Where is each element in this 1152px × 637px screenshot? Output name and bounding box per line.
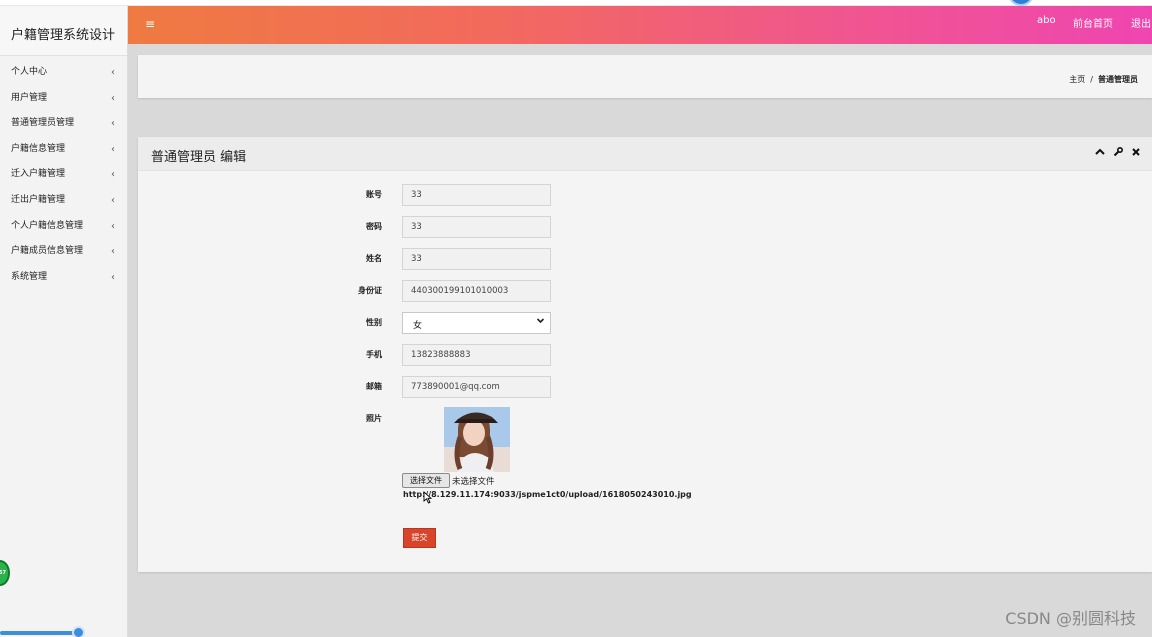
form-row-account: 账号 [138,184,1152,206]
panel-title: 普通管理员 编辑 [151,150,247,165]
sidebar-item-household-members[interactable]: 户籍成员信息管理 ‹ [0,239,127,265]
sidebar-item-personal-household[interactable]: 个人户籍信息管理 ‹ [0,214,127,240]
breadcrumb: 主页 / 普通管理员 [1069,74,1138,85]
form-row-gender: 性别 女 [138,312,1152,334]
frontend-home-link[interactable]: 前台首页 [1073,15,1113,30]
form-row-email: 邮箱 [138,376,1152,398]
top-header: ≡ abo 前台首页 退出 [128,6,1152,44]
chevron-left-icon: ‹ [111,246,115,258]
photo-url: http://8.129.11.174:9033/jspme1ct0/uploa… [403,490,692,499]
app-title: 户籍管理系统设计 [0,6,127,56]
form-row-password: 密码 [138,216,1152,238]
sidebar-item-admin-management[interactable]: 普通管理员管理 ‹ [0,111,127,137]
logout-link[interactable]: 退出 [1131,15,1151,30]
chevron-left-icon: ‹ [111,92,115,104]
gender-select-value: 女 [413,321,423,331]
gender-select[interactable]: 女 [402,312,551,334]
no-file-chosen-text: 未选择文件 [452,477,495,487]
field-label: 账号 [366,190,382,199]
field-label: 邮箱 [366,382,382,391]
chevron-left-icon: ‹ [111,169,115,181]
form-row-photo: 照片 [138,408,1152,430]
chevron-left-icon: ‹ [111,271,115,283]
menu-icon[interactable]: ≡ [145,17,155,31]
sidebar: 户籍管理系统设计 个人中心 ‹ 用户管理 ‹ 普通管理员管理 ‹ 户籍信息管理 ‹ 迁入… [0,6,128,637]
field-label: 姓名 [366,254,382,263]
password-field[interactable] [402,216,551,238]
breadcrumb-panel: 主页 / 普通管理员 [138,55,1152,98]
mouse-cursor-icon [423,490,433,507]
field-label: 照片 [366,414,382,423]
email-field[interactable] [402,376,551,398]
sidebar-item-label: 户籍信息管理 [11,143,66,154]
sidebar-item-label: 个人户籍信息管理 [11,220,84,231]
sidebar-item-label: 用户管理 [11,92,48,103]
chevron-down-icon [536,316,545,328]
edit-form-panel: 普通管理员 编辑 账号 密码 姓名 身份证 性别 女 手机 [138,137,1152,572]
submit-button[interactable]: 提交 [403,528,436,548]
current-user[interactable]: abo [1037,15,1056,26]
chevron-left-icon: ‹ [111,220,115,232]
photo-preview [444,407,510,472]
sidebar-item-label: 户籍成员信息管理 [11,246,84,257]
choose-file-button[interactable]: 选择文件 [402,473,450,488]
chevron-left-icon: ‹ [111,143,115,155]
chevron-left-icon: ‹ [111,194,115,206]
sidebar-item-label: 迁入户籍管理 [11,169,66,180]
sidebar-item-system[interactable]: 系统管理 ‹ [0,265,127,291]
name-field[interactable] [402,248,551,270]
sidebar-item-label: 普通管理员管理 [11,118,75,129]
sidebar-menu: 个人中心 ‹ 用户管理 ‹ 普通管理员管理 ‹ 户籍信息管理 ‹ 迁入户籍管理 ‹ 迁出户… [0,56,127,290]
field-label: 身份证 [358,286,382,295]
sidebar-item-label: 系统管理 [11,271,48,282]
watermark: CSDN @别圆科技 [1005,609,1136,628]
panel-header: 普通管理员 编辑 [138,137,1152,171]
sidebar-item-household-info[interactable]: 户籍信息管理 ‹ [0,137,127,163]
field-label: 密码 [366,222,382,231]
breadcrumb-home[interactable]: 主页 [1069,75,1085,84]
form-row-name: 姓名 [138,248,1152,270]
chevron-left-icon: ‹ [111,118,115,130]
close-icon[interactable] [1131,147,1141,160]
wrench-icon[interactable] [1113,146,1124,160]
phone-field[interactable] [402,344,551,366]
sidebar-item-label: 个人中心 [11,67,48,77]
field-label: 手机 [366,350,382,359]
chevron-left-icon: ‹ [111,67,115,78]
sidebar-item-move-in[interactable]: 迁入户籍管理 ‹ [0,162,127,188]
sidebar-item-label: 迁出户籍管理 [11,194,66,205]
scroll-progress-track[interactable] [0,631,80,635]
breadcrumb-separator: / [1090,75,1093,84]
breadcrumb-current: 普通管理员 [1098,75,1138,84]
field-label: 性别 [366,318,382,327]
scroll-progress-knob[interactable] [72,626,85,637]
sidebar-item-personal-center[interactable]: 个人中心 ‹ [0,60,127,86]
sidebar-item-move-out[interactable]: 迁出户籍管理 ‹ [0,188,127,214]
sidebar-item-user-management[interactable]: 用户管理 ‹ [0,86,127,112]
id-card-field[interactable] [402,280,551,302]
form-row-id-card: 身份证 [138,280,1152,302]
account-field[interactable] [402,184,551,206]
chevron-up-icon[interactable] [1095,147,1105,160]
form-row-phone: 手机 [138,344,1152,366]
